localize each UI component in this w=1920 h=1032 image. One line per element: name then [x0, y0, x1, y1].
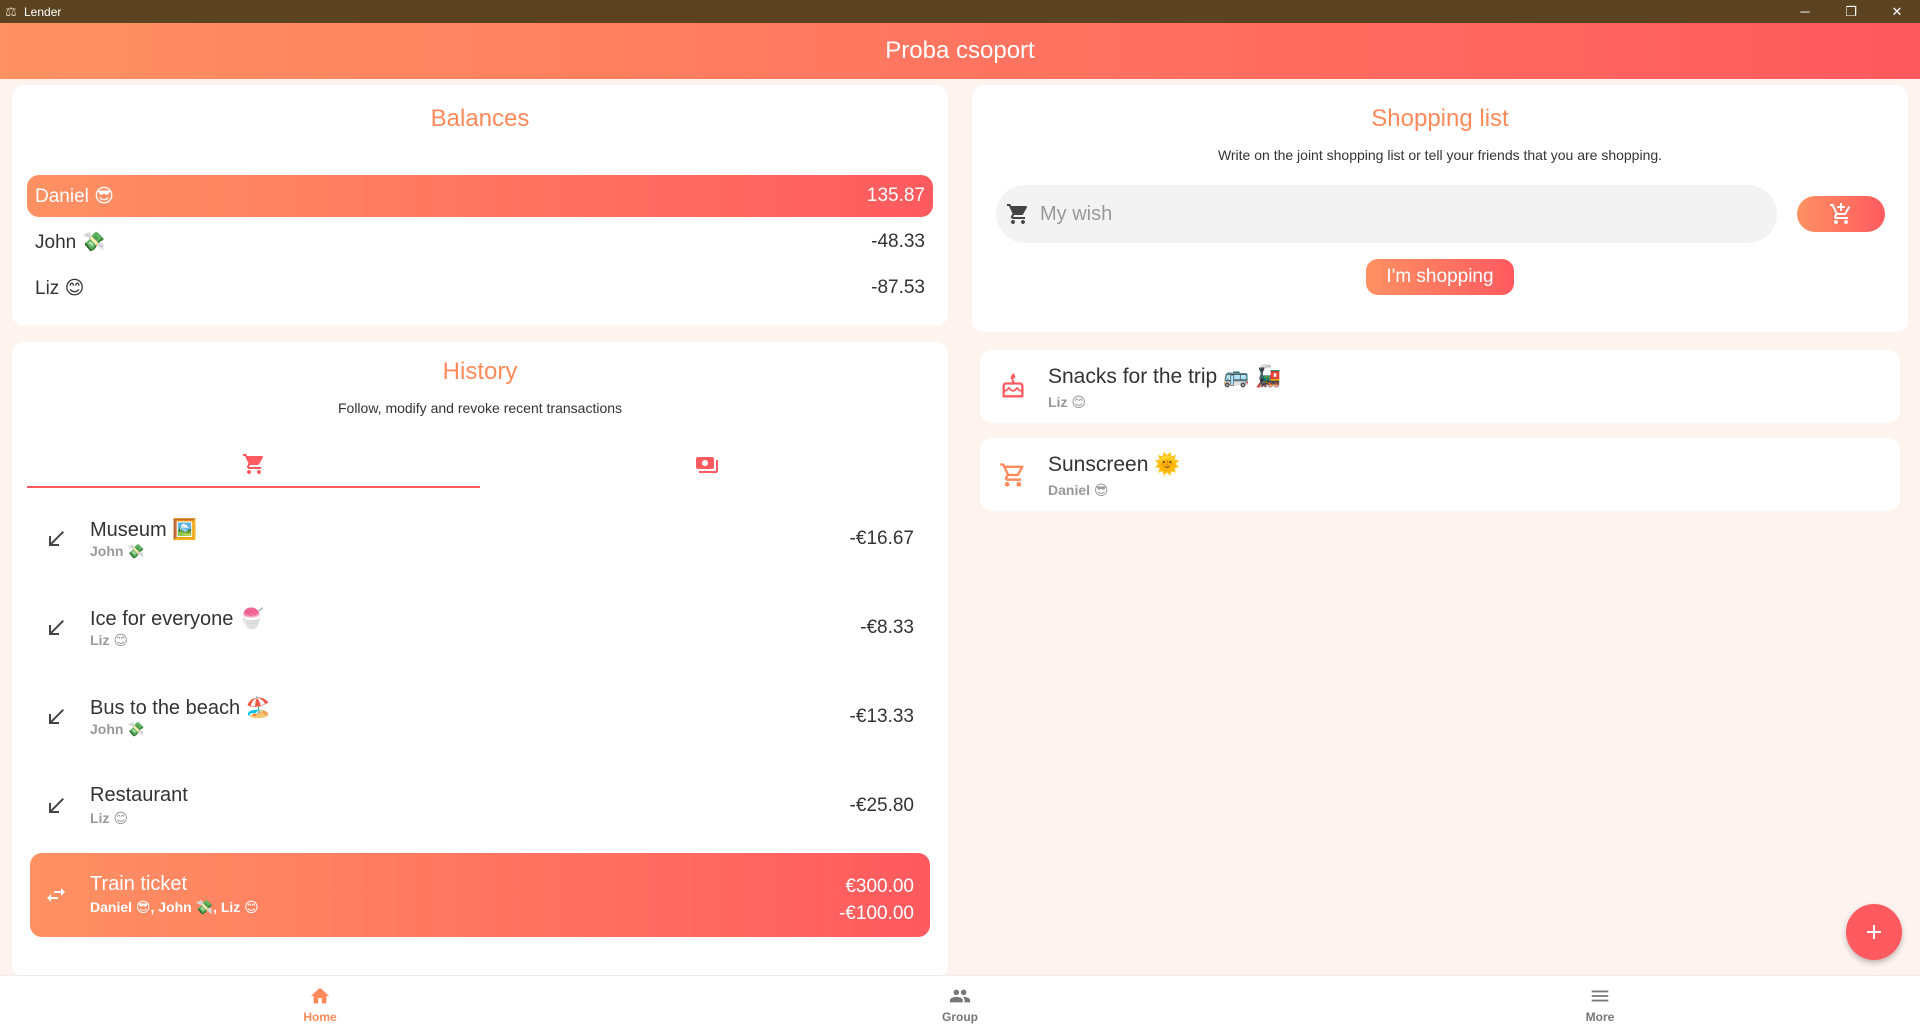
- transaction-people: Liz 😊: [90, 810, 128, 826]
- nav-group-label: Group: [942, 1010, 978, 1024]
- tab-payments[interactable]: [480, 442, 933, 488]
- cake-icon: [1002, 373, 1024, 398]
- arrow-down-left-icon: [49, 620, 64, 635]
- swap-arrows-icon: [47, 888, 65, 902]
- close-window-button[interactable]: ✕: [1874, 0, 1920, 23]
- history-tabs: [27, 442, 933, 488]
- cart-outline-icon: [1000, 463, 1024, 487]
- arrow-down-left-icon: [49, 709, 64, 724]
- transaction-row[interactable]: Bus to the beach 🏖️ John 💸 -€13.33: [30, 675, 930, 759]
- nav-home-label: Home: [303, 1010, 337, 1024]
- wish-field[interactable]: [996, 185, 1777, 243]
- window-titlebar: ⚖ Lender ─ ❐ ✕: [0, 0, 1920, 23]
- shopping-list-card: Shopping list Write on the joint shoppin…: [972, 85, 1908, 332]
- plus-icon: [1867, 925, 1881, 939]
- transaction-amount-share: -€100.00: [838, 903, 914, 924]
- shopping-item-author: Liz 😊: [1048, 394, 1086, 410]
- history-card: History Follow, modify and revoke recent…: [12, 342, 948, 977]
- add-transaction-fab[interactable]: [1846, 904, 1902, 960]
- transaction-amount: -€13.33: [849, 706, 914, 727]
- nav-home[interactable]: Home: [0, 976, 640, 1032]
- transaction-people: John 💸: [90, 721, 145, 737]
- history-subtitle: Follow, modify and revoke recent transac…: [337, 400, 623, 416]
- shopping-list-subtitle: Write on the joint shopping list or tell…: [1217, 147, 1663, 163]
- menu-icon: [1591, 990, 1609, 1002]
- transaction-title: Train ticket: [90, 873, 188, 895]
- transaction-row[interactable]: Museum 🖼️ John 💸 -€16.67: [30, 497, 930, 581]
- window-controls: ─ ❐ ✕: [1782, 0, 1920, 23]
- im-shopping-button[interactable]: I'm shopping: [1366, 259, 1514, 295]
- balance-row[interactable]: Liz 😊 -87.53: [27, 267, 933, 309]
- shopping-item[interactable]: Sunscreen 🌞 Daniel 😎: [980, 438, 1900, 511]
- shopping-item-author: Daniel 😎: [1048, 482, 1109, 498]
- history-title: History: [442, 358, 518, 385]
- shopping-item[interactable]: Snacks for the trip 🚌 🚂 Liz 😊: [980, 350, 1900, 423]
- transaction-people: Liz 😊: [90, 632, 128, 648]
- shopping-item-title: Snacks for the trip 🚌 🚂: [1048, 365, 1282, 388]
- transaction-row-highlighted[interactable]: Train ticket Daniel 😎, John 💸, Liz 😊 €30…: [30, 853, 930, 937]
- transaction-amount-paid: €300.00: [845, 876, 914, 897]
- group-title: Proba csoport: [885, 37, 1035, 64]
- transaction-amount: €300.00 -€100.00: [839, 873, 914, 927]
- money-icon: [695, 457, 718, 473]
- balance-row[interactable]: John 💸 -48.33: [27, 221, 933, 263]
- shopping-list-title: Shopping list: [1371, 105, 1509, 132]
- transaction-row[interactable]: Ice for everyone 🍧 Liz 😊 -€8.33: [30, 586, 930, 670]
- transaction-amount: -€25.80: [849, 795, 914, 816]
- balance-row[interactable]: Daniel 😎 135.87: [27, 175, 933, 217]
- arrow-down-left-icon: [49, 798, 64, 813]
- add-shopping-cart-icon: [1830, 203, 1851, 224]
- cart-icon: [1007, 204, 1028, 224]
- restore-button[interactable]: ❐: [1828, 0, 1874, 23]
- group-icon: [949, 989, 971, 1003]
- transaction-amount: -€8.33: [860, 617, 914, 638]
- bottom-navigation: Home Group More: [0, 975, 1920, 1032]
- app-icon: ⚖: [5, 3, 17, 19]
- home-icon: [310, 987, 330, 1004]
- transaction-people: John 💸: [90, 543, 145, 559]
- arrow-down-left-icon: [49, 531, 64, 546]
- transaction-amount: -€16.67: [849, 528, 914, 549]
- transaction-row[interactable]: Restaurant Liz 😊 -€25.80: [30, 764, 930, 848]
- balance-name: John 💸: [35, 232, 106, 253]
- balance-name: Liz 😊: [35, 277, 85, 299]
- nav-group[interactable]: Group: [640, 976, 1280, 1032]
- nav-more-label: More: [1585, 1010, 1615, 1024]
- balance-amount: -87.53: [871, 277, 925, 298]
- balance-amount: -48.33: [871, 231, 925, 252]
- window-title: Lender: [24, 4, 62, 19]
- transaction-title: Restaurant: [90, 784, 188, 806]
- cart-icon: [242, 454, 263, 474]
- transaction-people: Daniel 😎, John 💸, Liz 😊: [90, 899, 259, 915]
- minimize-button[interactable]: ─: [1782, 0, 1828, 23]
- nav-more[interactable]: More: [1280, 976, 1920, 1032]
- app-bar: Proba csoport: [0, 23, 1920, 79]
- transaction-title: Ice for everyone 🍧: [90, 608, 264, 630]
- balances-title: Balances: [430, 105, 530, 132]
- transaction-title: Museum 🖼️: [90, 519, 198, 541]
- wish-input[interactable]: [1040, 202, 1740, 226]
- add-to-list-button[interactable]: [1797, 196, 1885, 232]
- balance-name: Daniel 😎: [35, 185, 114, 207]
- shopping-item-title: Sunscreen 🌞: [1048, 453, 1181, 476]
- tab-purchases[interactable]: [27, 442, 480, 488]
- transaction-title: Bus to the beach 🏖️: [90, 697, 271, 719]
- balances-card: Balances Daniel 😎 135.87 John 💸 -48.33 L…: [12, 85, 948, 326]
- balance-amount: 135.87: [866, 185, 925, 206]
